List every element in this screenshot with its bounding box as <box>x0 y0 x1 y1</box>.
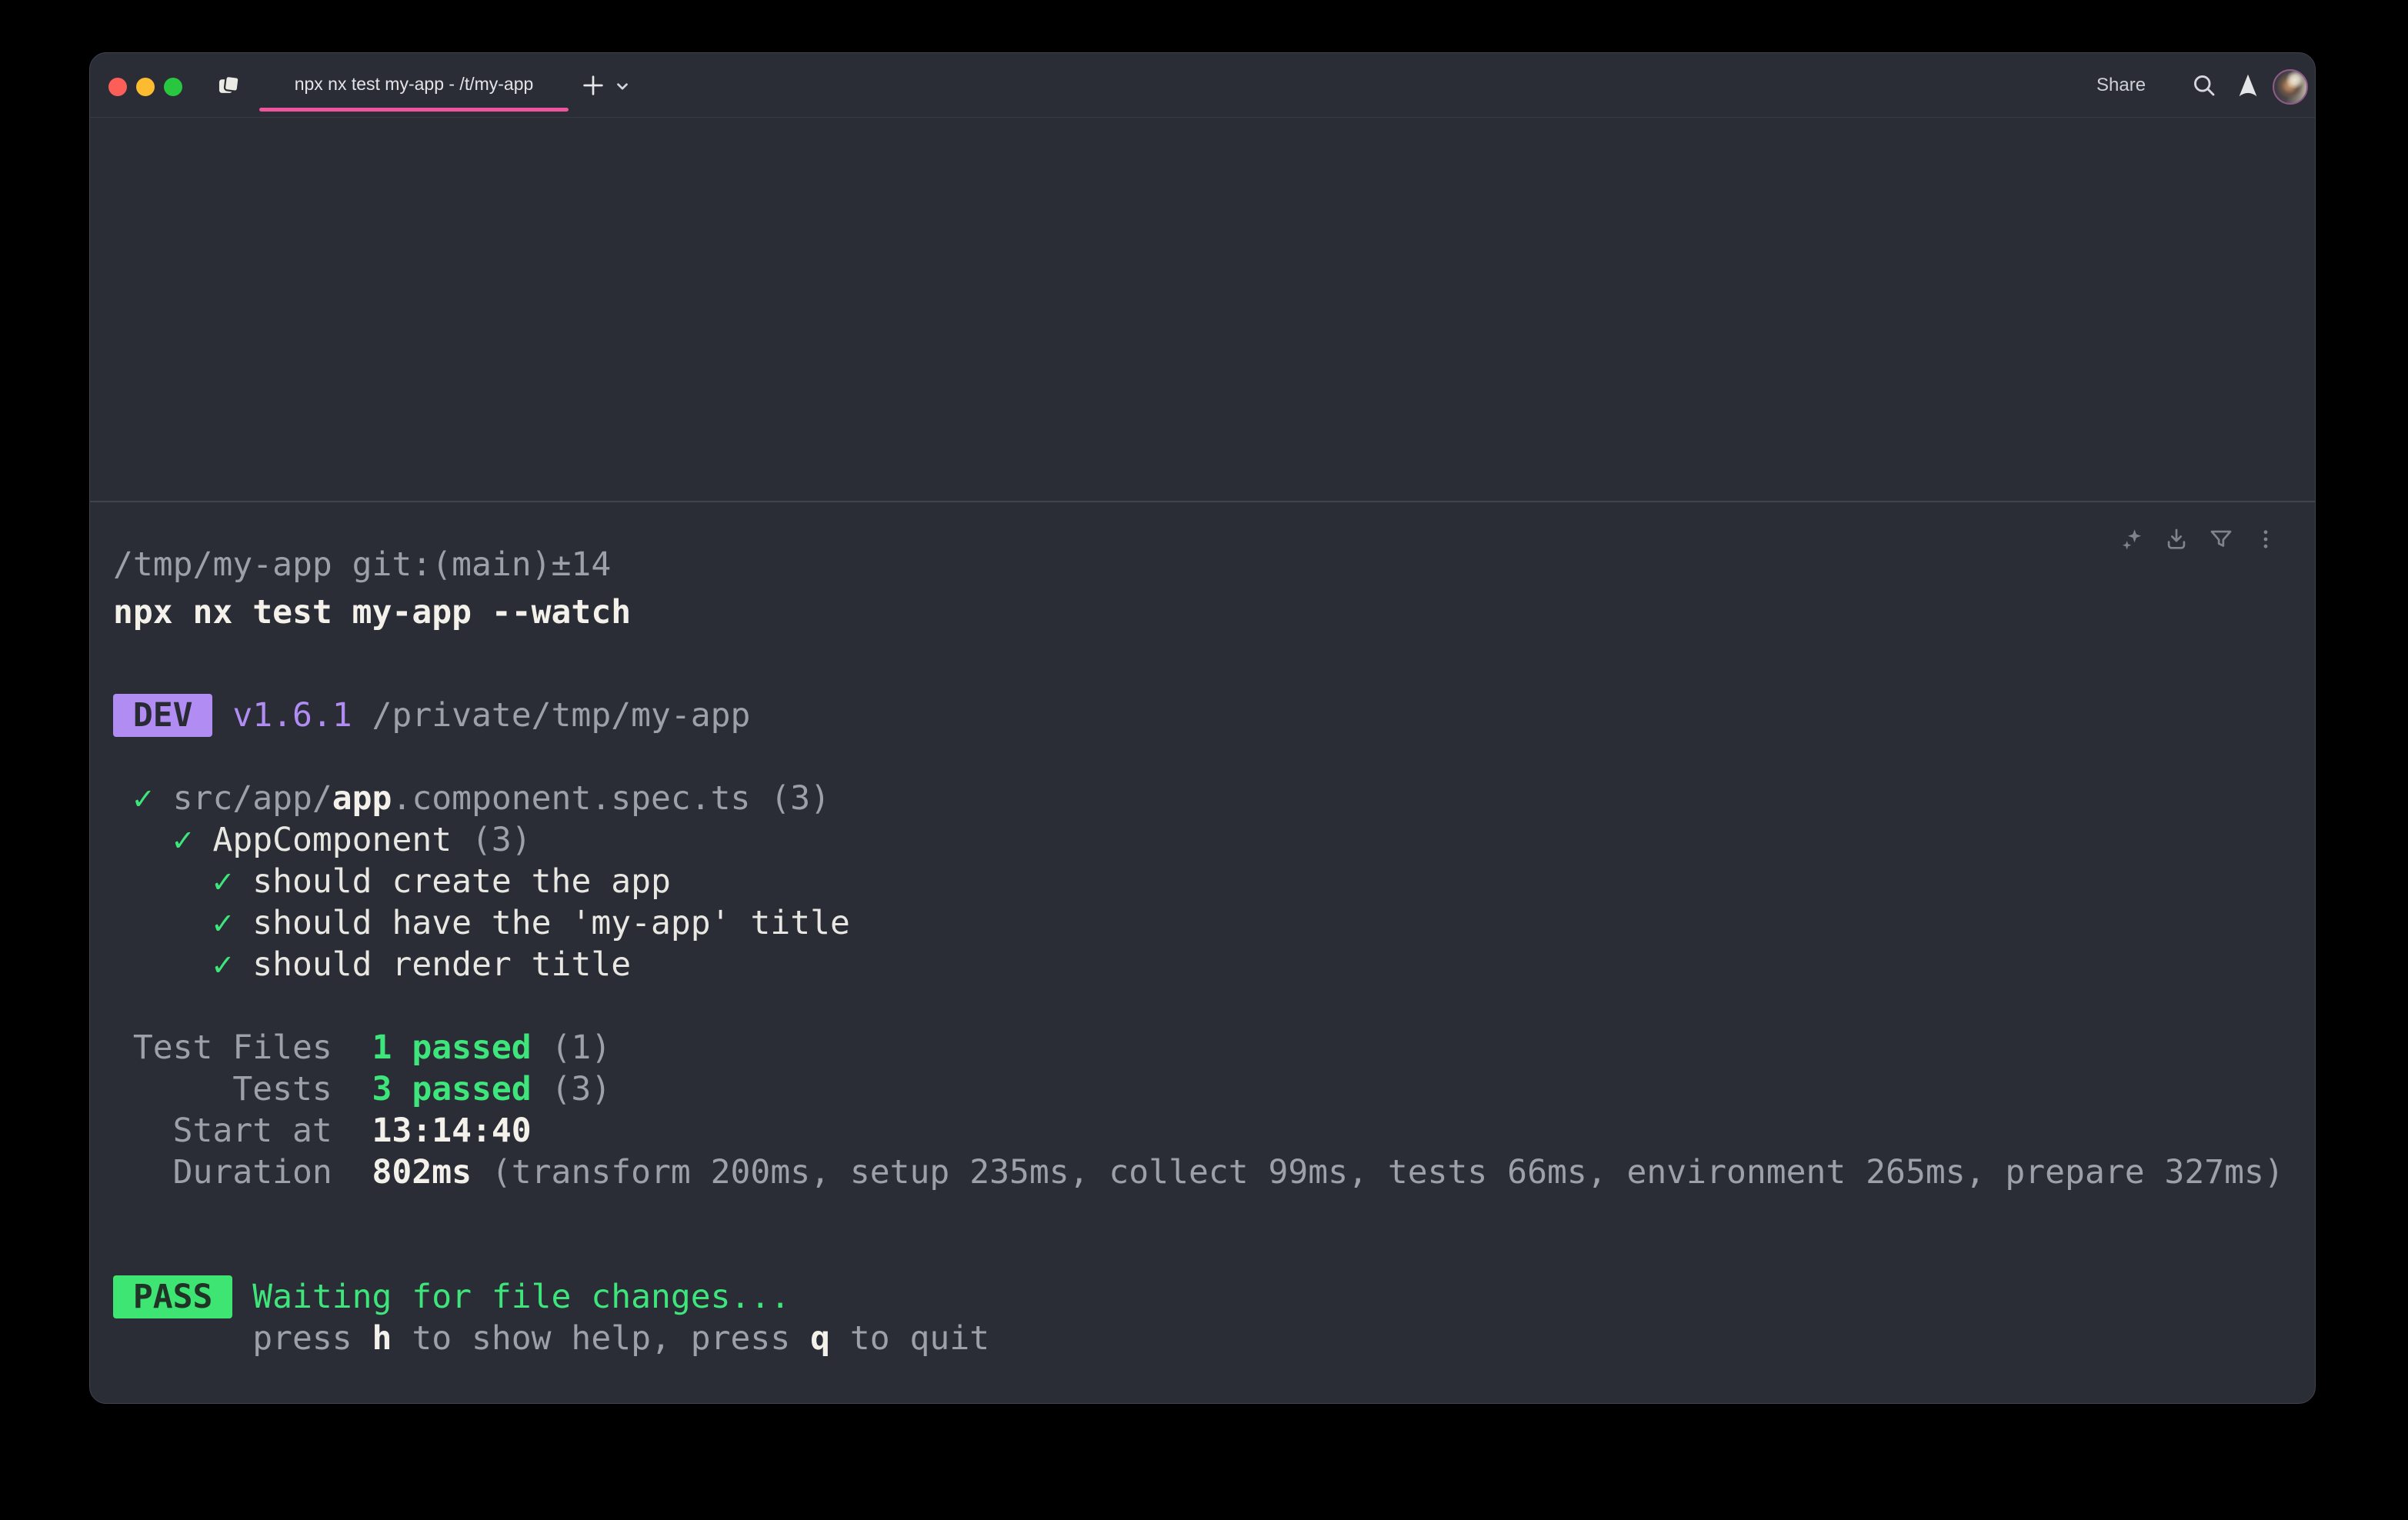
terminal-text-segment: ✓ <box>133 779 173 818</box>
tab-active[interactable]: npx nx test my-app - /t/my-app <box>259 53 569 117</box>
command-block: /tmp/my-app git:(main)±14 npx nx test my… <box>90 502 2315 1359</box>
terminal-text-segment: q <box>810 1319 830 1358</box>
terminal-text-segment: AppComponent <box>212 821 452 859</box>
terminal-text-segment: Duration <box>113 1153 372 1192</box>
chevron-down-icon[interactable] <box>610 76 635 96</box>
terminal-text-segment: /private/tmp/my-app <box>372 696 751 735</box>
terminal-text-segment <box>113 862 212 901</box>
terminal-text-segment: press <box>113 1319 372 1358</box>
terminal-window: npx nx test my-app - /t/my-app Share <box>89 52 2316 1404</box>
share-button[interactable]: Share <box>2087 53 2155 117</box>
terminal-text-segment <box>212 696 232 735</box>
terminal-text-segment: src/app/ <box>173 779 332 818</box>
warp-ai-icon[interactable] <box>2231 68 2265 102</box>
terminal-text-segment: h <box>372 1319 392 1358</box>
terminal-text-segment: Waiting for file changes... <box>252 1278 790 1316</box>
terminal-text-segment: Test Files <box>113 1028 372 1067</box>
terminal-text-segment: should have the 'my-app' title <box>252 904 850 942</box>
terminal-line: Start at 13:14:40 <box>113 1110 2284 1152</box>
terminal-text-segment: ✓ <box>173 821 213 859</box>
terminal-text-segment: should render title <box>252 945 631 984</box>
terminal-output: DEV v1.6.1 /private/tmp/my-app ✓ src/app… <box>113 653 2284 1359</box>
terminal-line <box>113 1193 2284 1235</box>
pass-badge: PASS <box>113 1275 232 1318</box>
terminal-line <box>113 653 2284 695</box>
close-button[interactable] <box>108 78 127 96</box>
shell-prompt: /tmp/my-app git:(main)±14 <box>113 544 2284 585</box>
terminal-line: ✓ AppComponent (3) <box>113 819 2284 861</box>
terminal-text-segment: ✓ <box>212 904 252 942</box>
minimize-button[interactable] <box>136 78 155 96</box>
terminal-text-segment: (1) <box>532 1028 612 1067</box>
terminal-line: Test Files 1 passed (1) <box>113 1027 2284 1068</box>
terminal-line: press h to show help, press q to quit <box>113 1318 2284 1359</box>
dev-badge: DEV <box>113 694 212 737</box>
panes-icon[interactable] <box>213 70 244 101</box>
terminal-text-segment: app <box>332 779 392 818</box>
terminal-line: ✓ src/app/app.component.spec.ts (3) <box>113 778 2284 819</box>
terminal-text-segment: .component.spec.ts <box>392 779 750 818</box>
active-tab-underline <box>259 108 569 112</box>
new-tab-button[interactable] <box>578 70 609 101</box>
terminal-text-segment <box>352 696 372 735</box>
search-icon[interactable] <box>2187 68 2221 102</box>
tab-title: npx nx test my-app - /t/my-app <box>259 53 569 115</box>
terminal-line <box>113 736 2284 778</box>
more-options-icon[interactable] <box>2250 524 2281 555</box>
terminal-text-segment <box>113 821 173 859</box>
terminal-line: DEV v1.6.1 /private/tmp/my-app <box>113 695 2284 736</box>
terminal-text-segment: 13:14:40 <box>372 1112 532 1150</box>
terminal-line: ✓ should have the 'my-app' title <box>113 902 2284 944</box>
terminal-text-segment: 1 passed <box>372 1028 532 1067</box>
terminal-text-segment: (3) <box>750 779 830 818</box>
terminal-text-segment: v1.6.1 <box>232 696 352 735</box>
block-toolbar <box>2116 524 2281 555</box>
terminal-text-segment: (transform 200ms, setup 235ms, collect 9… <box>472 1153 2284 1192</box>
terminal-text-segment: ✓ <box>212 945 252 984</box>
terminal-line: ✓ should render title <box>113 944 2284 985</box>
terminal-text-segment <box>113 904 212 942</box>
terminal-line: ✓ should create the app <box>113 861 2284 902</box>
terminal-text-segment: ✓ <box>212 862 252 901</box>
terminal-text-segment: (3) <box>532 1070 612 1108</box>
sparkles-icon[interactable] <box>2116 524 2147 555</box>
terminal-text-segment: (3) <box>452 821 532 859</box>
terminal-line <box>113 985 2284 1027</box>
terminal-text-segment: Start at <box>113 1112 372 1150</box>
window-topbar: npx nx test my-app - /t/my-app Share <box>90 53 2315 118</box>
maximize-button[interactable] <box>164 78 182 96</box>
avatar[interactable] <box>2273 69 2308 105</box>
terminal-line: Duration 802ms (transform 200ms, setup 2… <box>113 1152 2284 1193</box>
terminal-line: Tests 3 passed (3) <box>113 1068 2284 1110</box>
filter-icon[interactable] <box>2206 524 2236 555</box>
terminal-line <box>113 1235 2284 1276</box>
download-icon[interactable] <box>2161 524 2192 555</box>
terminal-text-segment: 802ms <box>372 1153 472 1192</box>
terminal-line: PASS Waiting for file changes... <box>113 1276 2284 1318</box>
terminal-text-segment: Tests <box>113 1070 372 1108</box>
terminal-text-segment <box>232 1278 252 1316</box>
command-text: npx nx test my-app --watch <box>113 592 2284 633</box>
terminal-text-segment: to show help, press <box>392 1319 810 1358</box>
terminal-text-segment <box>113 779 133 818</box>
terminal-text-segment <box>113 945 212 984</box>
terminal-text-segment: should create the app <box>252 862 671 901</box>
terminal-text-segment: to quit <box>830 1319 989 1358</box>
terminal-scrollback <box>90 118 2315 501</box>
terminal-text-segment: 3 passed <box>372 1070 532 1108</box>
